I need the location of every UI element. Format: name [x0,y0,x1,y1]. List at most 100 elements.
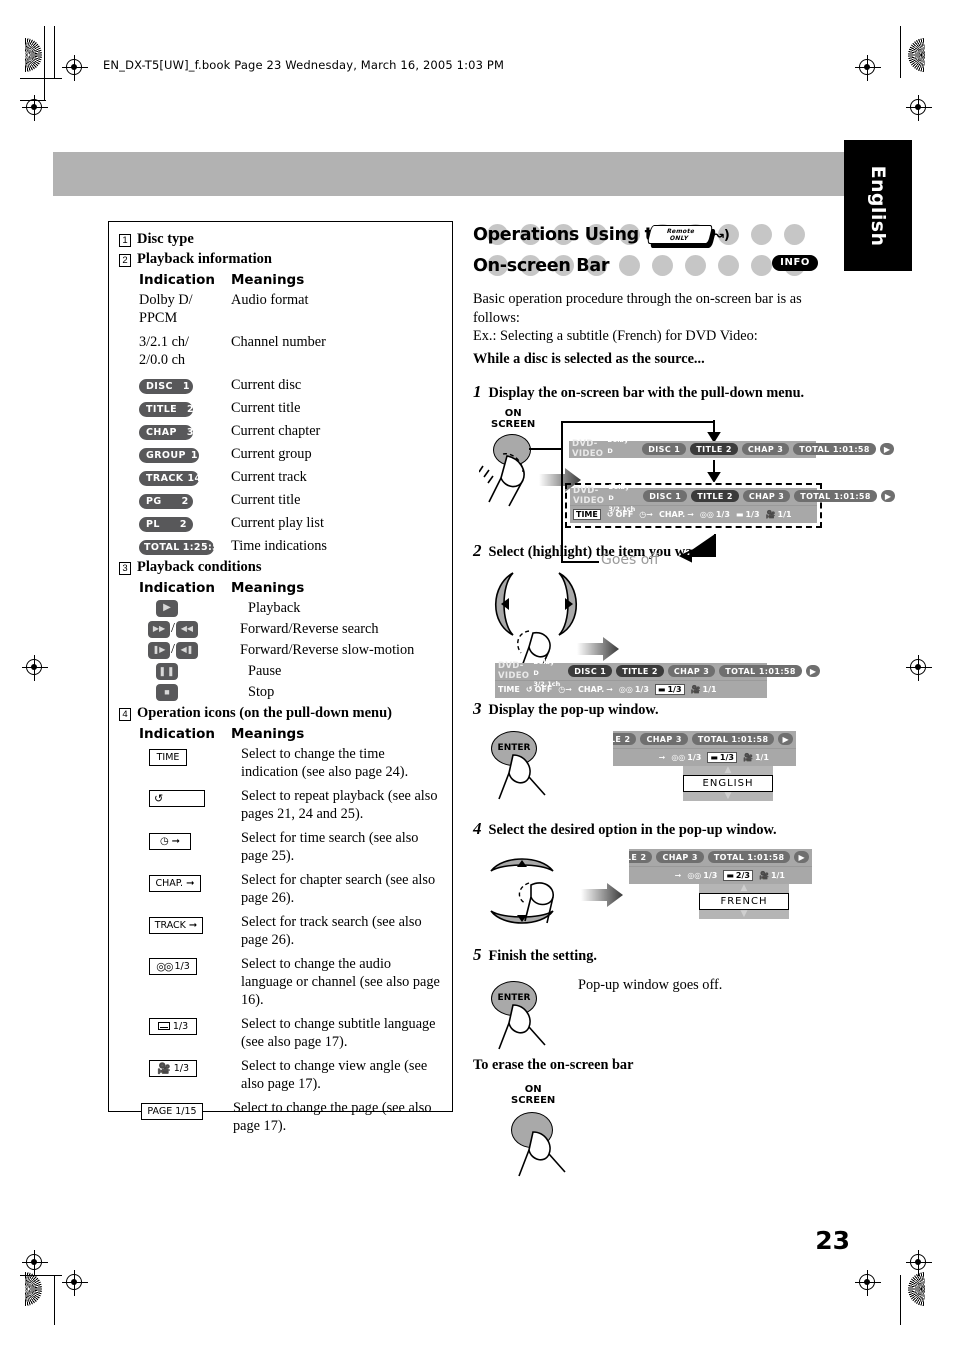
audio-language-value: 1/3 [174,961,190,972]
osd-chip-chapter-2[interactable]: CHAP 3 [742,490,791,502]
step-4-text: Select the desired option in the pop-up … [488,821,777,838]
page-title-line2: On-screen Bar [473,256,610,276]
pulldown-audio-3[interactable]: ◎◎ 1/3 [671,753,701,762]
playback-conditions-rows: ▶ Playback ▶▶ / ◀◀ Forward/Reverse search … [139,599,444,701]
popup-up-arrow-4[interactable]: ▲ [699,883,789,893]
trim-line-bottom-right-vertical [900,1275,901,1325]
pulldown-time-search-2[interactable]: ◷➞ [558,685,572,694]
osd-chip-disc-3[interactable]: DISC 1 [568,665,613,677]
osd-chip-chapter-4[interactable]: CHAP 3 [640,733,688,745]
chip-label: TRACK [146,473,184,484]
play-icon: ▶ [139,599,248,617]
registration-mark-right-middle [906,655,932,681]
osd-chip-total-4[interactable]: TOTAL 1:01:58 [691,733,775,745]
indication-track-chip: TRACK 14 [139,468,231,486]
pulldown-chapter-search[interactable]: CHAP. ➞ [659,510,694,519]
osd-chip-total[interactable]: TOTAL 1:01:58 [793,443,876,455]
on-screen-label-line2: SCREEN [491,418,536,430]
connector-line-bottom [561,560,599,563]
osd-chip-disc-2[interactable]: DISC 1 [643,490,688,502]
trim-line-bottom-left-horizontal [20,1275,62,1276]
osd-chip-chapter-5[interactable]: CHAP 3 [656,851,704,863]
registration-mark-top-right [855,55,881,81]
pulldown-time[interactable]: TIME [573,508,601,520]
osd-chip-title-5[interactable]: TITLE 2 [629,851,653,863]
osd-bar-collapsed: DVD-VIDEO Dolby D 3/2.1ch DISC 1 TITLE 2… [569,436,895,465]
osd-chip-total-2[interactable]: TOTAL 1:01:58 [794,490,877,502]
popup-value-english[interactable]: ENGLISH [683,774,773,792]
osd-bar-step2: DVD-VIDEO Dolby D 3/2.1ch DISC 1 TITLE 2… [495,658,821,698]
meaning-time-indications: Time indications [231,538,327,554]
chip-value: 1:25:58 [182,542,227,553]
osd-chip-disc[interactable]: DISC 1 [642,443,687,455]
section-number-2: 2 [119,254,131,267]
column-headers-playback-information: Indication Meanings [139,272,444,288]
operation-icons-rows: TIME Select to change the time indicatio… [139,745,444,1135]
pulldown-chapter-search-2[interactable]: CHAP. ➞ [578,685,613,694]
figure-step-4: 1 TITLE 2 CHAP 3 TOTAL 1:01:58 ▶ ➞ ◎◎1/3… [473,845,818,943]
pulldown-repeat[interactable]: ↺ OFF [607,510,633,519]
pulldown-subtitle-3[interactable]: ▬ 1/3 [707,751,737,763]
registration-mark-right-upper [906,95,932,121]
pulldown-repeat-2[interactable]: ↺ OFF [526,685,552,694]
osd-chip-total-5[interactable]: TOTAL 1:01:58 [707,851,791,863]
erase-button-label: ON SCREEN [511,1084,555,1106]
meaning-current-title: Current title [231,400,301,416]
time-icon-label: TIME [149,749,187,766]
pulldown-subtitle-2[interactable]: ▬ 1/3 [654,683,685,695]
osd-chip-title[interactable]: TITLE 2 [690,443,738,455]
meaning-time-search: Select for time search (see also page 25… [241,830,419,864]
step-3: 3 Display the pop-up window. [473,699,818,719]
chip-label: CHAP [146,427,177,438]
column-header-indication-2: Indication [139,580,216,596]
figure-step-3: ENTER 1 TITLE 2 CHAP 3 TOTAL 1:01:58 ▶ ➞… [473,725,818,817]
osd-chip-total-3[interactable]: TOTAL 1:01:58 [719,665,802,677]
subtitle-icon: 1/3 [139,1015,241,1035]
osd-chip-chapter[interactable]: CHAP 3 [741,443,790,455]
pulldown-angle-2[interactable]: 🎥 1/1 [691,685,717,694]
pulldown-audio[interactable]: ◎◎ 1/3 [700,510,730,519]
pulldown-subtitle[interactable]: ▬ 1/3 [736,510,760,519]
trim-line-right-vertical [900,26,901,78]
step-5-note: Pop-up window goes off. [578,976,723,993]
pulldown-angle-4[interactable]: 🎥 1/1 [759,871,785,880]
osd-chip-title-3[interactable]: TITLE 2 [616,665,664,677]
osd-chip-title-2[interactable]: TITLE 2 [691,490,739,502]
pulldown-chapter-arrow-4[interactable]: ➞ [675,871,682,880]
meaning-view-angle: Select to change view angle (see also pa… [241,1058,428,1092]
legend-table: 1 Disc type 2 Playback information Indic… [108,221,453,1134]
pulldown-audio-2[interactable]: ◎◎ 1/3 [619,685,649,694]
pulldown-subtitle-4[interactable]: ▬ 2/3 [723,869,753,881]
osd-chip-chapter-3[interactable]: CHAP 3 [667,665,716,677]
printer-fan-mark-bottom-left [25,1272,42,1306]
osd-chip-title-4[interactable]: TITLE 2 [613,733,637,745]
popup-up-arrow-3[interactable]: ▲ [683,765,773,775]
cursor-up-button[interactable] [489,849,555,875]
trim-line-bottom-left-vertical [54,1275,55,1325]
pulldown-time-search[interactable]: ◷➞ [639,510,653,519]
on-screen-label-line1: ON [504,407,522,419]
step-4: 4 Select the desired option in the pop-u… [473,819,818,839]
connector-line-left [561,420,563,563]
pulldown-angle[interactable]: 🎥 1/1 [766,510,792,519]
page-title-line1: Operations Using the [473,225,677,245]
remote-only-badge: Remote ONLY [646,225,717,248]
page-icon: PAGE 1/15 [139,1099,233,1120]
pulldown-angle-3[interactable]: 🎥 1/1 [743,753,769,762]
section-disc-type: 1 Disc type [119,231,444,248]
table-row: ◎◎ 1/3 Select to change the audio languag… [139,955,444,1009]
intro-line2: follows: [473,309,520,326]
intro-paragraph: Basic operation procedure through the on… [473,290,818,346]
popup-down-arrow-3[interactable]: ▼ [683,791,773,801]
printer-fan-mark-bottom-right [908,1272,925,1306]
pulldown-chapter-arrow-3[interactable]: ➞ [659,753,666,762]
meaning-repeat: Select to repeat playback (see also page… [241,788,438,822]
pulldown-time-2[interactable]: TIME [498,685,520,694]
indication-chapter-chip: CHAP 3 [139,422,231,440]
popup-value-french[interactable]: FRENCH [699,892,789,910]
popup-down-arrow-4[interactable]: ▼ [699,909,789,919]
table-row: ↺ Select to repeat playback (see also pa… [139,787,444,823]
pulldown-audio-4[interactable]: ◎◎ 1/3 [687,871,717,880]
table-row: ▶▶ / ◀◀ Forward/Reverse search [139,620,444,638]
playback-information-rows: Dolby D/PPCM Audio format 3/2.1 ch/2/0.0… [139,291,444,555]
